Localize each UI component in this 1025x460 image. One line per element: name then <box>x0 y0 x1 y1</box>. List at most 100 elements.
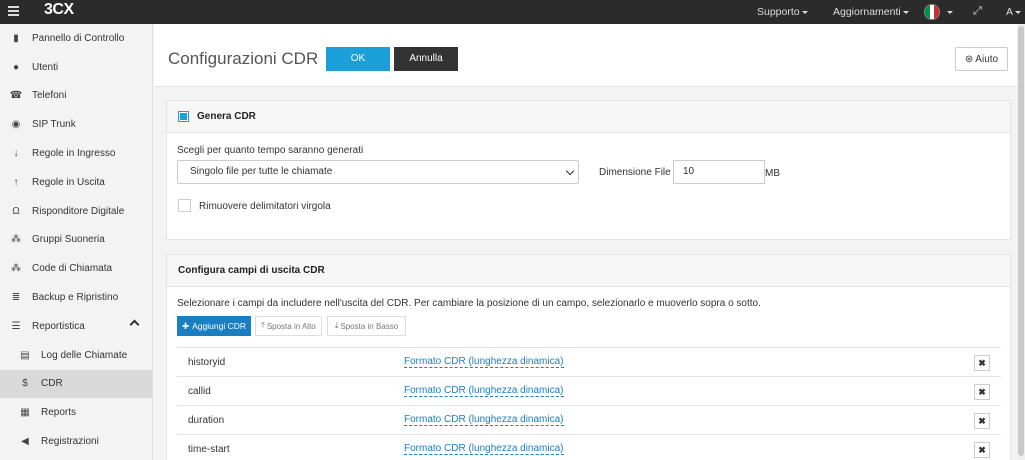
field-format-link[interactable]: Formato CDR (lunghezza dinamica) <box>404 414 564 426</box>
field-format-link[interactable]: Formato CDR (lunghezza dinamica) <box>404 443 564 455</box>
sidebar-item-dashboard[interactable]: ▮ Pannello di Controllo <box>0 24 152 53</box>
add-cdr-label: Aggiungi CDR <box>192 321 246 331</box>
user-icon: ● <box>12 61 20 73</box>
sidebar-item-call-queues[interactable]: ⁂ Code di Chiamata <box>0 254 152 283</box>
updates-menu-label: Aggiornamenti <box>833 6 901 18</box>
cdr-fields-table: historyid Formato CDR (lunghezza dinamic… <box>177 347 1001 460</box>
queue-icon: ⁂ <box>11 263 21 275</box>
remove-field-button[interactable]: ✖ <box>974 442 990 458</box>
report-icon: ▦ <box>20 407 30 419</box>
duration-select-value: Singolo file per tutte le chiamate <box>190 166 333 177</box>
sidebar-item-label: Code di Chiamata <box>32 263 113 275</box>
cancel-button[interactable]: Annulla <box>394 47 458 71</box>
field-name: time-start <box>188 443 230 455</box>
table-row[interactable]: historyid Formato CDR (lunghezza dinamic… <box>177 347 1001 376</box>
sidebar-item-label: Gruppi Suoneria <box>32 234 105 246</box>
duration-select[interactable]: Singolo file per tutte le chiamate <box>177 160 579 184</box>
database-icon: ≣ <box>11 292 21 304</box>
scrollbar-thumb[interactable] <box>1018 26 1024 456</box>
chevron-down-icon <box>565 166 575 176</box>
lifebuoy-icon: ⊛ <box>964 53 974 65</box>
sidebar-item-backup[interactable]: ≣ Backup e Ripristino <box>0 283 152 312</box>
language-dropdown[interactable] <box>945 0 953 24</box>
remove-field-button[interactable]: ✖ <box>974 355 990 371</box>
globe-icon: ◉ <box>11 119 21 131</box>
field-format-link[interactable]: Formato CDR (lunghezza dinamica) <box>404 385 564 397</box>
support-menu-label: Supporto <box>757 6 800 18</box>
field-name: callid <box>188 385 211 397</box>
sidebar-item-label: Regole in Ingresso <box>32 148 116 160</box>
help-button[interactable]: ⊛ Aiuto <box>955 47 1008 71</box>
remove-field-button[interactable]: ✖ <box>974 384 990 400</box>
cdr-fields-description: Selezionare i campi da includere nell'us… <box>177 298 761 309</box>
add-cdr-button[interactable]: ✚ Aggiungi CDR <box>177 316 251 336</box>
group-icon: ⁂ <box>11 234 21 246</box>
sidebar-item-inbound-rules[interactable]: ↓ Regole in Ingresso <box>0 139 152 168</box>
remove-delimiters-label: Rimuovere delimitatori virgola <box>199 201 331 212</box>
move-down-label: Sposta in Basso <box>340 321 399 331</box>
move-down-button[interactable]: ⤓ Sposta in Basso <box>327 316 406 336</box>
arrow-up-icon: ↑ <box>13 176 19 188</box>
language-flag-icon[interactable] <box>924 4 940 20</box>
cdr-fields-panel: Configura campi di uscita CDR Selezionar… <box>166 254 1011 460</box>
sidebar-item-sip-trunk[interactable]: ◉ SIP Trunk <box>0 110 152 139</box>
sidebar-item-label: Log delle Chiamate <box>41 349 128 361</box>
sidebar-item-users[interactable]: ● Utenti <box>0 53 152 82</box>
generate-cdr-checkbox[interactable] <box>178 111 189 122</box>
file-size-input[interactable]: 10 <box>673 160 765 184</box>
top-bar: 3CX Supporto Aggiornamenti ⤢ A <box>0 0 1025 24</box>
generate-cdr-title: Genera CDR <box>197 111 256 122</box>
sidebar-item-reports[interactable]: ▦ Reports <box>0 398 152 427</box>
table-row[interactable]: callid Formato CDR (lunghezza dinamica) … <box>177 376 1001 405</box>
volume-icon: ◀ <box>21 436 29 448</box>
cdr-fields-title: Configura campi di uscita CDR <box>178 265 325 276</box>
move-up-icon: ⤒ <box>261 321 265 330</box>
dollar-icon: $ <box>22 378 28 390</box>
sidebar-item-recordings[interactable]: ◀ Registrazioni <box>0 427 152 456</box>
app-logo[interactable]: 3CX <box>44 1 74 19</box>
hamburger-menu-icon[interactable] <box>8 6 19 17</box>
sidebar-item-phones[interactable]: ☎ Telefoni <box>0 82 152 111</box>
sidebar-item-digital-receptionist[interactable]: Ω Risponditore Digitale <box>0 197 152 226</box>
sidebar-item-label: Reports <box>41 407 77 419</box>
sidebar-item-label: Reportistica <box>32 320 85 332</box>
user-menu[interactable]: A <box>1006 0 1022 24</box>
fullscreen-icon[interactable]: ⤢ <box>973 5 985 17</box>
caret-down-icon <box>947 10 953 14</box>
file-size-unit: MB <box>765 168 780 179</box>
user-initial: A <box>1006 6 1014 18</box>
sidebar-item-label: Registrazioni <box>41 436 99 448</box>
move-down-icon: ⤓ <box>334 321 339 330</box>
move-up-button[interactable]: ⤒ Sposta in Alto <box>255 316 322 336</box>
remove-field-button[interactable]: ✖ <box>974 413 990 429</box>
sidebar-item-outbound-rules[interactable]: ↑ Regole in Uscita <box>0 168 152 197</box>
plus-icon: ✚ <box>182 320 190 331</box>
support-menu[interactable]: Supporto <box>757 0 808 24</box>
table-row[interactable]: time-start Formato CDR (lunghezza dinami… <box>177 434 1001 460</box>
field-format-link[interactable]: Formato CDR (lunghezza dinamica) <box>404 356 564 368</box>
bar-chart-icon: ▮ <box>13 32 19 44</box>
sidebar-item-call-log[interactable]: ▤ Log delle Chiamate <box>0 341 152 370</box>
caret-down-icon <box>902 10 909 14</box>
updates-menu[interactable]: Aggiornamenti <box>833 0 909 24</box>
caret-down-icon <box>1015 10 1022 14</box>
page-header: Configurazioni CDR OK Annulla ⊛ Aiuto <box>154 24 1025 87</box>
ok-button[interactable]: OK <box>326 47 390 71</box>
table-row[interactable]: duration Formato CDR (lunghezza dinamica… <box>177 405 1001 434</box>
sidebar-item-cdr[interactable]: $ CDR <box>0 369 152 399</box>
document-icon: ▤ <box>20 349 30 361</box>
sidebar-item-label: Regole in Uscita <box>32 176 105 188</box>
page-scrollbar[interactable] <box>1017 24 1025 460</box>
list-icon: ☰ <box>11 320 21 332</box>
generate-cdr-panel: Genera CDR Scegli per quanto tempo saran… <box>166 100 1011 240</box>
remove-delimiters-checkbox[interactable] <box>178 199 191 212</box>
sidebar-item-label: Pannello di Controllo <box>32 32 125 44</box>
sidebar-item-reporting[interactable]: ☰ Reportistica <box>0 312 152 341</box>
chevron-up-icon <box>129 319 140 330</box>
generate-cdr-header: Genera CDR <box>167 101 1010 133</box>
sidebar: ▮ Pannello di Controllo ● Utenti ☎ Telefoni… <box>0 24 153 460</box>
cdr-fields-header: Configura campi di uscita CDR <box>167 255 1010 287</box>
sidebar-item-ring-groups[interactable]: ⁂ Gruppi Suoneria <box>0 226 152 255</box>
main-content: Configurazioni CDR OK Annulla ⊛ Aiuto Gen… <box>154 24 1025 460</box>
caret-down-icon <box>801 10 808 14</box>
